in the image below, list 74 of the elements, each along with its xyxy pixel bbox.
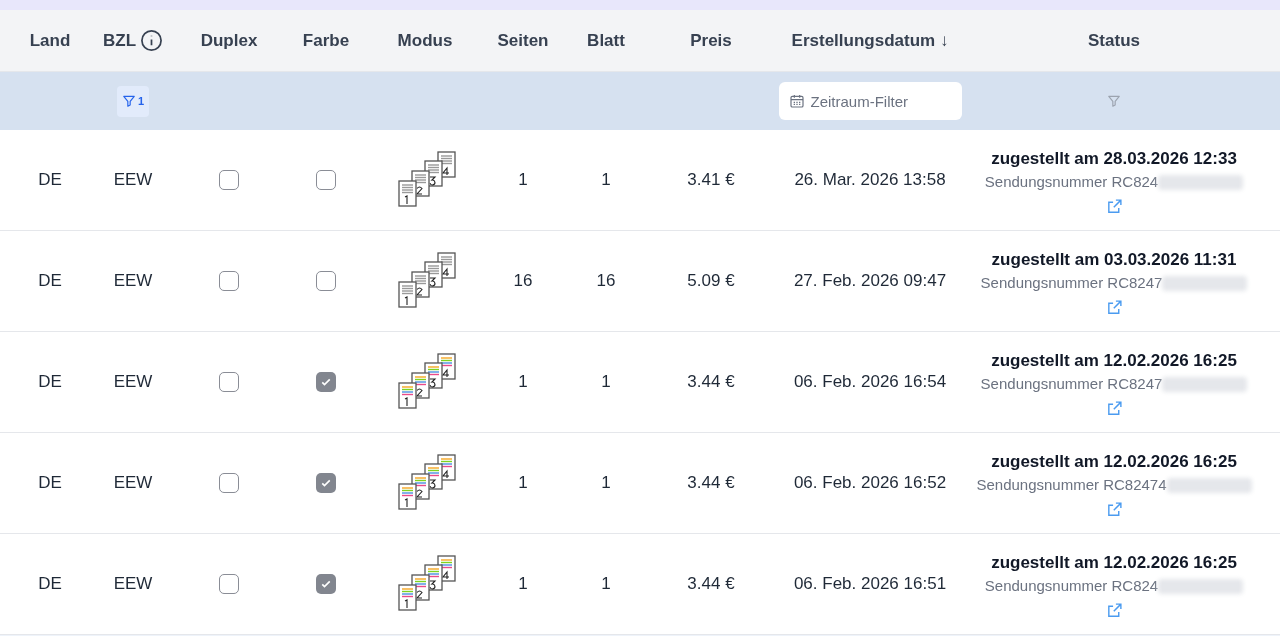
table-cell-text: 06. Feb. 2026 16:52	[793, 472, 947, 495]
table-cell-text: EEW	[113, 371, 153, 394]
checkbox[interactable]	[316, 473, 336, 493]
external-link-icon[interactable]	[1105, 399, 1123, 417]
table-cell-text: 16	[596, 270, 616, 293]
table-cell-text: DE	[38, 270, 62, 293]
table-cell-text: 3.41 €	[687, 169, 735, 192]
check-icon	[320, 578, 332, 590]
status-text: zugestellt am 12.02.2026 16:25	[991, 450, 1237, 473]
info-icon[interactable]	[140, 29, 163, 52]
table-cell-text: EEW	[113, 270, 153, 293]
checkbox[interactable]	[219, 372, 239, 392]
external-link-icon[interactable]	[1105, 197, 1123, 215]
column-header[interactable]: Status	[1088, 27, 1140, 54]
column-header[interactable]: Erstellungsdatum ↓	[791, 27, 949, 54]
filter-button[interactable]: 1	[116, 85, 150, 117]
table-cell-text: 3.44 €	[687, 472, 735, 495]
table-cell-text: DE	[38, 371, 62, 394]
status-text: zugestellt am 12.02.2026 16:25	[991, 551, 1237, 574]
tracking-number: Sendungsnummer RC824	[984, 576, 1159, 596]
checkbox[interactable]	[316, 574, 336, 594]
table-cell-text: 1	[601, 169, 611, 192]
table-cell-text: 06. Feb. 2026 16:54	[793, 371, 947, 394]
table-cell-text: 1	[518, 472, 528, 495]
table-cell-text: 3.44 €	[687, 371, 735, 394]
status-text: zugestellt am 03.03.2026 11:31	[991, 248, 1237, 271]
check-icon	[320, 477, 332, 489]
table-cell-text: 1	[518, 169, 528, 192]
column-header[interactable]: Duplex	[200, 27, 258, 54]
tracking-number: Sendungsnummer RC8247	[980, 273, 1163, 293]
column-header[interactable]: Land	[29, 27, 71, 54]
table-cell-text: 1	[518, 371, 528, 394]
calendar-icon	[788, 93, 805, 109]
table-cell-text: 16	[513, 270, 533, 293]
filter-icon	[1107, 94, 1121, 108]
status-text: zugestellt am 12.02.2026 16:25	[991, 349, 1237, 372]
checkbox[interactable]	[316, 271, 336, 291]
checkbox[interactable]	[219, 574, 239, 594]
checkbox[interactable]	[316, 372, 336, 392]
table-cell-text: 5.09 €	[687, 270, 735, 293]
table-cell-text: 27. Feb. 2026 09:47	[793, 270, 947, 293]
table-cell-text: EEW	[113, 573, 153, 596]
table-cell-text: EEW	[113, 472, 153, 495]
column-header[interactable]: Blatt	[587, 27, 625, 54]
checkbox[interactable]	[316, 170, 336, 190]
table-cell-text: DE	[38, 573, 62, 596]
checkbox[interactable]	[219, 271, 239, 291]
table-cell-text: 06. Feb. 2026 16:51	[793, 573, 947, 596]
checkbox[interactable]	[219, 170, 239, 190]
column-header[interactable]: Modus	[397, 27, 453, 54]
column-header[interactable]: Seiten	[497, 27, 549, 54]
table-cell-text: DE	[38, 169, 62, 192]
check-icon	[320, 376, 332, 388]
table-cell-text: 26. Mar. 2026 13:58	[794, 169, 946, 192]
column-header[interactable]: Preis	[690, 27, 732, 54]
table-cell-text: 3.44 €	[687, 573, 735, 596]
table-cell-text: EEW	[113, 169, 153, 192]
tracking-number: Sendungsnummer RC824	[984, 172, 1159, 192]
checkbox[interactable]	[219, 473, 239, 493]
tracking-number: Sendungsnummer RC8247	[980, 374, 1163, 394]
table-cell-text: 1	[601, 472, 611, 495]
table-cell-text: 1	[518, 573, 528, 596]
date-filter-field[interactable]: Zeitraum-Filter	[778, 82, 962, 120]
external-link-icon[interactable]	[1105, 298, 1123, 316]
table-cell-text: 1	[601, 573, 611, 596]
table-cell-text: DE	[38, 472, 62, 495]
column-header[interactable]: BZL	[102, 27, 136, 54]
status-text: zugestellt am 28.03.2026 12:33	[991, 147, 1237, 170]
tracking-number: Sendungsnummer RC82474	[976, 475, 1167, 495]
column-header[interactable]: Farbe	[302, 27, 350, 54]
external-link-icon[interactable]	[1105, 601, 1123, 619]
filter-icon	[121, 94, 136, 108]
table-cell-text: 1	[601, 371, 611, 394]
external-link-icon[interactable]	[1105, 500, 1123, 518]
